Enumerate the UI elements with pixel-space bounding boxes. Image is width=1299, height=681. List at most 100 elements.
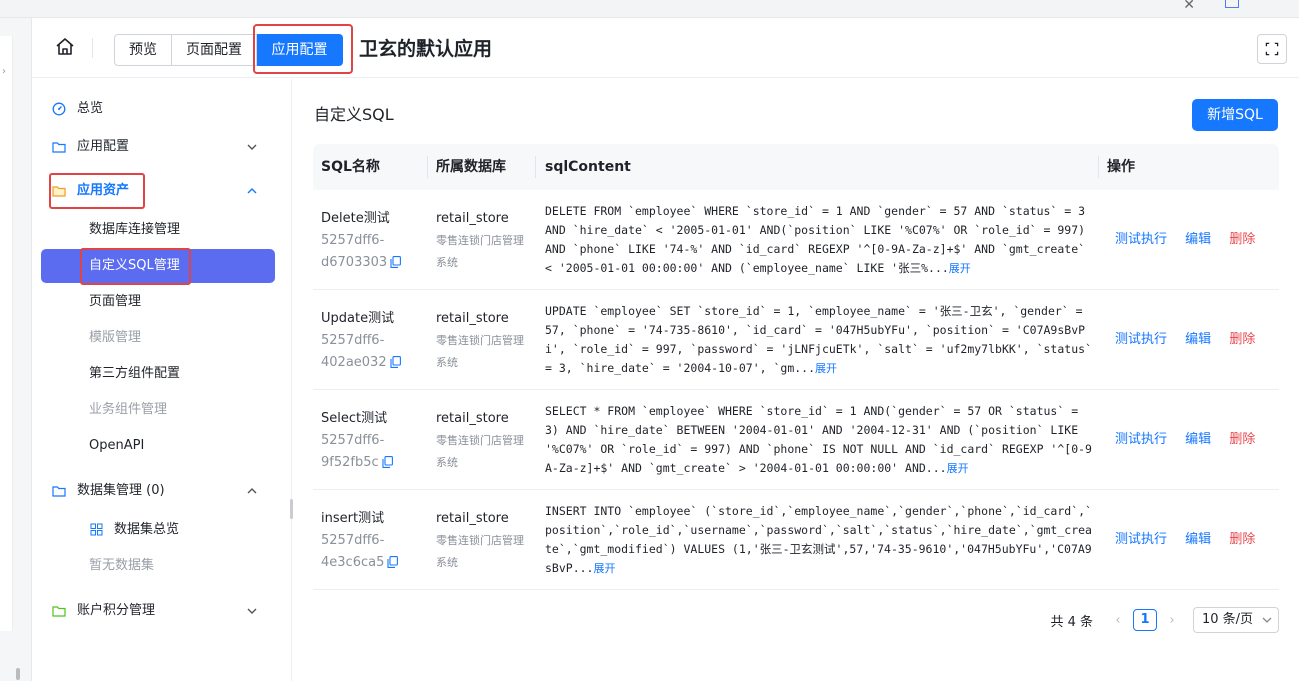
folder-icon — [52, 486, 66, 497]
table-row: insert测试 5257dff6- 4e3c6ca5 retail_store… — [313, 490, 1279, 590]
chevron-left-icon[interactable]: ‹ — [1109, 613, 1127, 628]
db-name: retail_store — [436, 211, 509, 226]
sql-id: 9f52fb5c — [321, 455, 379, 470]
sql-id: 402ae032 — [321, 355, 387, 370]
sidebar-item-label: 账户积分管理 — [77, 603, 156, 618]
page-size-select[interactable]: 10 条/页 — [1193, 607, 1279, 633]
column-header-actions: 操作 — [1107, 159, 1135, 175]
highlight-box-custom-sql — [80, 248, 191, 285]
db-cell: retail_store 零售连锁门店管理系统 — [436, 508, 532, 574]
sql-content: DELETE FROM `employee` WHERE `store_id` … — [545, 204, 1086, 275]
copy-icon[interactable] — [382, 456, 393, 468]
edge-mark-icon: › — [2, 66, 6, 77]
db-description: 零售连锁门店管理系统 — [436, 534, 524, 569]
main-content: 自定义SQL 新增SQL SQL名称 所属数据库 sqlContent 操作 D… — [293, 79, 1299, 681]
sidebar-item-overview[interactable]: 总览 — [32, 91, 292, 127]
sql-content-cell: SELECT * FROM `employee` WHERE `store_id… — [545, 402, 1093, 478]
copy-icon[interactable] — [390, 356, 401, 368]
sidebar-item-label: 数据集管理 (0) — [77, 483, 165, 498]
delete-button[interactable]: 删除 — [1229, 532, 1255, 547]
fullscreen-icon — [1265, 42, 1279, 56]
sql-content-cell: INSERT INTO `employee` (`store_id`,`empl… — [545, 502, 1093, 578]
table-row: Select测试 5257dff6- 9f52fb5c retail_store… — [313, 390, 1279, 490]
sidebar-item-app-config[interactable]: 应用配置 — [32, 129, 292, 165]
sql-name-cell: Update测试 5257dff6- 402ae032 — [321, 308, 421, 374]
row-actions: 测试执行 编辑 删除 — [1115, 530, 1255, 550]
db-name: retail_store — [436, 511, 509, 526]
sidebar-item-datasets[interactable]: 数据集管理 (0) — [32, 473, 292, 509]
table-row: Delete测试 5257dff6- d6703303 retail_store… — [313, 190, 1279, 290]
sidebar-sub-db-connections[interactable]: 数据库连接管理 — [89, 220, 180, 240]
pagination-total: 共 4 条 — [1050, 614, 1093, 630]
sql-id: 5257dff6- — [321, 233, 385, 248]
copy-icon[interactable] — [390, 256, 402, 268]
sql-id: 5257dff6- — [321, 533, 385, 548]
row-actions: 测试执行 编辑 删除 — [1115, 230, 1255, 250]
test-run-button[interactable]: 测试执行 — [1115, 432, 1167, 447]
sql-id: 5257dff6- — [321, 333, 385, 348]
highlight-box-tab — [253, 24, 353, 74]
tab-page-config[interactable]: 页面配置 — [172, 34, 257, 66]
sql-name-cell: Select测试 5257dff6- 9f52fb5c — [321, 408, 421, 474]
test-run-button[interactable]: 测试执行 — [1115, 332, 1167, 347]
expand-link[interactable]: 展开 — [815, 362, 837, 375]
row-actions: 测试执行 编辑 删除 — [1115, 330, 1255, 350]
sidebar-sub-business-components: 业务组件管理 — [89, 402, 168, 417]
row-actions: 测试执行 编辑 删除 — [1115, 430, 1255, 450]
folder-icon — [52, 606, 66, 617]
header-divider — [92, 38, 93, 58]
sql-id: d6703303 — [321, 255, 388, 270]
tab-preview[interactable]: 预览 — [114, 34, 172, 66]
delete-button[interactable]: 删除 — [1229, 432, 1255, 447]
sidebar-sub-template-management: 模版管理 — [89, 330, 142, 345]
db-description: 零售连锁门店管理系统 — [436, 334, 524, 369]
expand-link[interactable]: 展开 — [949, 262, 971, 275]
sidebar-sub-no-dataset: 暂无数据集 — [89, 558, 155, 573]
sidebar-sub-third-party[interactable]: 第三方组件配置 — [89, 364, 180, 384]
delete-button[interactable]: 删除 — [1229, 332, 1255, 347]
left-edge-panel: › — [0, 18, 32, 681]
close-icon[interactable]: ✕ — [1183, 0, 1195, 13]
sql-content: INSERT INTO `employee` (`store_id`,`empl… — [545, 504, 1092, 575]
browser-top-strip: ✕ — [0, 0, 1299, 18]
edit-button[interactable]: 编辑 — [1185, 232, 1211, 247]
app-title: 卫玄的默认应用 — [359, 38, 493, 60]
sidebar-sub-dataset-overview[interactable]: 数据集总览 — [114, 520, 179, 540]
sidebar-sub-openapi[interactable]: OpenAPI — [89, 436, 144, 456]
delete-button[interactable]: 删除 — [1229, 232, 1255, 247]
home-icon[interactable] — [54, 36, 76, 58]
chevron-down-icon — [1262, 617, 1272, 623]
db-cell: retail_store 零售连锁门店管理系统 — [436, 308, 532, 374]
sidebar-item-label: 总览 — [77, 101, 104, 116]
expand-link[interactable]: 展开 — [593, 562, 615, 575]
page-number-current[interactable]: 1 — [1133, 609, 1157, 631]
sql-content-cell: DELETE FROM `employee` WHERE `store_id` … — [545, 202, 1093, 278]
sql-name: Update测试 — [321, 311, 395, 326]
chevron-up-icon — [247, 188, 257, 194]
column-separator — [1098, 156, 1099, 178]
fullscreen-button[interactable] — [1257, 34, 1287, 64]
expand-link[interactable]: 展开 — [947, 462, 969, 475]
sidebar-sub-page-management[interactable]: 页面管理 — [89, 292, 141, 312]
test-run-button[interactable]: 测试执行 — [1115, 532, 1167, 547]
edit-button[interactable]: 编辑 — [1185, 432, 1211, 447]
add-sql-button[interactable]: 新增SQL — [1192, 99, 1278, 131]
left-edge-inner — [0, 36, 13, 631]
test-run-button[interactable]: 测试执行 — [1115, 232, 1167, 247]
edit-button[interactable]: 编辑 — [1185, 532, 1211, 547]
highlight-box-assets — [49, 173, 145, 209]
chevron-right-icon[interactable]: › — [1163, 613, 1181, 628]
window-icon[interactable] — [1225, 0, 1239, 8]
table-row: Update测试 5257dff6- 402ae032 retail_store… — [313, 290, 1279, 390]
chevron-down-icon — [247, 608, 257, 614]
sql-id: 4e3c6ca5 — [321, 555, 385, 570]
sql-content-cell: UPDATE `employee` SET `store_id` = 1, `e… — [545, 302, 1093, 378]
resize-handle[interactable] — [16, 668, 20, 680]
edit-button[interactable]: 编辑 — [1185, 332, 1211, 347]
sidebar-item-label: 应用配置 — [77, 139, 130, 154]
sql-name-cell: Delete测试 5257dff6- d6703303 — [321, 208, 421, 274]
sidebar-item-points[interactable]: 账户积分管理 — [32, 593, 292, 629]
db-name: retail_store — [436, 311, 509, 326]
copy-icon[interactable] — [387, 556, 399, 568]
column-separator — [427, 156, 428, 178]
